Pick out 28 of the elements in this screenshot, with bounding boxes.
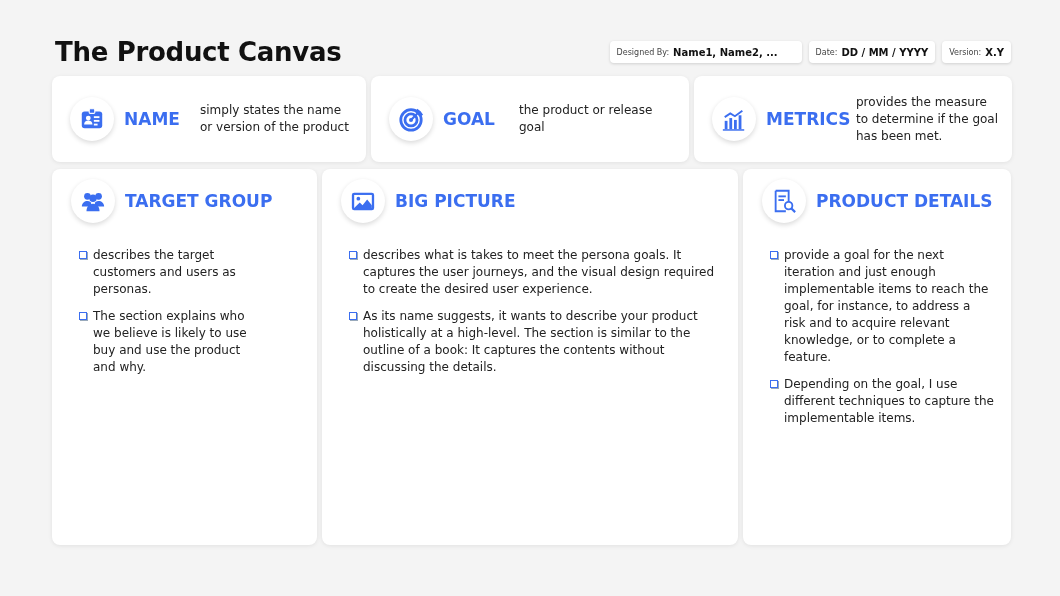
bullet-icon bbox=[770, 251, 778, 259]
card-description: the product or release goal bbox=[519, 102, 654, 136]
section-heading: BIG PICTURE bbox=[395, 191, 516, 211]
bullet-text: The section explains who we believe is likely to use buy and use the product and why. bbox=[93, 308, 248, 376]
bullet-icon bbox=[349, 312, 357, 320]
bullet-text: As its name suggests, it wants to describe your product holistically at a high-level. The section is similar to the outline of a book: It captures the contents without discussing the details. bbox=[363, 308, 699, 376]
target-icon bbox=[398, 106, 424, 132]
field-label: Designed By: bbox=[616, 47, 670, 57]
field-value: X.Y bbox=[985, 46, 1004, 58]
bullet-icon bbox=[770, 380, 778, 388]
field-label: Version: bbox=[949, 47, 982, 57]
bullet-text: Depending on the goal, I use different techniques to capture the implementable items. bbox=[784, 376, 995, 427]
bullet-text: describes the target customers and users as personas. bbox=[93, 247, 237, 298]
section-heading: TARGET GROUP bbox=[125, 191, 273, 211]
field-value: Name1, Name2, ... bbox=[673, 46, 778, 58]
bullet-icon bbox=[79, 251, 87, 259]
card-heading: NAME bbox=[124, 109, 181, 129]
field-value: DD / MM / YYYY bbox=[841, 46, 929, 58]
bullet-icon bbox=[349, 251, 357, 259]
bullet-icon bbox=[79, 312, 87, 320]
section-heading: PRODUCT DETAILS bbox=[816, 191, 993, 211]
card-heading: GOAL bbox=[443, 109, 496, 129]
bullet-text: describes what is takes to meet the persona goals. It captures the user journeys, and the visual design required to create the desired user experience. bbox=[363, 247, 716, 298]
field-label: Date: bbox=[815, 47, 838, 57]
bullet-text: provide a goal for the next iteration and just enough implementable items to reach the goal, for instance, to address a risk and to acquire relevant knowledge, or to complete a feature. bbox=[784, 247, 990, 366]
card-description: provides the measure to determine if the goal has been met. bbox=[856, 93, 1000, 145]
page-title: The Product Canvas bbox=[55, 37, 342, 67]
card-description: simply states the name or version of the product bbox=[200, 102, 350, 136]
